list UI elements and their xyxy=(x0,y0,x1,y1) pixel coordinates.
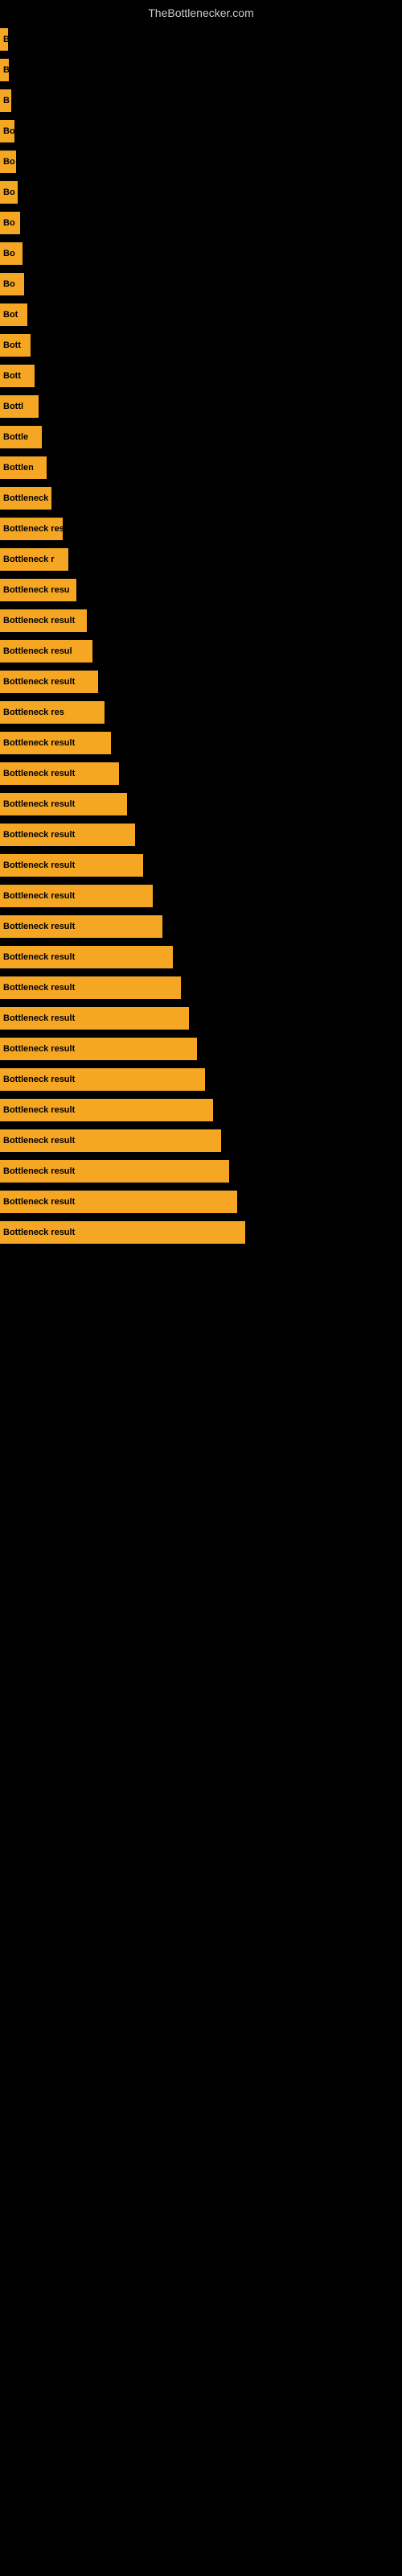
bar-row: Bottleneck result xyxy=(0,1003,402,1034)
bottleneck-bar: Bottl xyxy=(0,395,39,418)
bar-row: Bottleneck resu xyxy=(0,575,402,605)
bottleneck-bar: Bottleneck result xyxy=(0,793,127,815)
bar-row: Bott xyxy=(0,330,402,361)
bottleneck-bar: Bottleneck res xyxy=(0,701,105,724)
bar-row: Bot xyxy=(0,299,402,330)
bottleneck-bar: Bottleneck result xyxy=(0,885,153,907)
bottleneck-bar: Bottleneck resul xyxy=(0,640,92,663)
bottleneck-bar: Bottleneck res xyxy=(0,518,63,540)
bar-row: Bottle xyxy=(0,422,402,452)
bar-row: B xyxy=(0,85,402,116)
bottleneck-bar: B xyxy=(0,59,9,81)
bottleneck-bar: Bottleneck result xyxy=(0,1099,213,1121)
bar-row: Bott xyxy=(0,361,402,391)
bar-row: Bottleneck xyxy=(0,483,402,514)
bar-row: Bottleneck result xyxy=(0,881,402,911)
bar-row: Bottleneck result xyxy=(0,1187,402,1217)
bottleneck-bar: Bo xyxy=(0,120,14,142)
bar-row: B xyxy=(0,55,402,85)
bottleneck-bar: Bottleneck result xyxy=(0,915,162,938)
bar-row: Bottleneck result xyxy=(0,850,402,881)
bottleneck-bar: B xyxy=(0,28,8,51)
bottleneck-bar: Bottleneck result xyxy=(0,1038,197,1060)
bar-row: Bottleneck result xyxy=(0,1156,402,1187)
bar-row: Bottleneck res xyxy=(0,697,402,728)
bar-row: Bottleneck result xyxy=(0,605,402,636)
bottleneck-bar: Bottleneck result xyxy=(0,1191,237,1213)
bar-row: Bottleneck result xyxy=(0,1095,402,1125)
bottleneck-bar: Bottleneck result xyxy=(0,854,143,877)
bottleneck-bar: Bo xyxy=(0,151,16,173)
bottleneck-bar: Bottleneck resu xyxy=(0,579,76,601)
bottleneck-bar: Bottleneck r xyxy=(0,548,68,571)
bottleneck-bar: Bottleneck result xyxy=(0,824,135,846)
bar-row: Bo xyxy=(0,177,402,208)
bar-row: Bo xyxy=(0,147,402,177)
bottleneck-bar: Bottleneck result xyxy=(0,1160,229,1183)
bar-row: Bo xyxy=(0,208,402,238)
bottleneck-bar: Bottle xyxy=(0,426,42,448)
bar-row: Bottleneck result xyxy=(0,758,402,789)
bar-row: Bottleneck result xyxy=(0,972,402,1003)
bottleneck-bar: Bottleneck result xyxy=(0,976,181,999)
bottleneck-bar: Bottlen xyxy=(0,456,47,479)
bottleneck-bar: Bottleneck result xyxy=(0,732,111,754)
bottleneck-bar: Bo xyxy=(0,242,23,265)
bar-row: Bottleneck result xyxy=(0,1034,402,1064)
bottleneck-bar: Bottleneck xyxy=(0,487,51,510)
bottleneck-bar: Bottleneck result xyxy=(0,946,173,968)
bar-row: Bottleneck result xyxy=(0,1217,402,1248)
bottleneck-bar: Bott xyxy=(0,365,35,387)
bottleneck-bar: Bottleneck result xyxy=(0,1129,221,1152)
bottleneck-bar: Bottleneck result xyxy=(0,609,87,632)
bar-row: Bo xyxy=(0,269,402,299)
bar-row: Bo xyxy=(0,238,402,269)
bottleneck-bar: Bottleneck result xyxy=(0,1007,189,1030)
bottleneck-bar: Bottleneck result xyxy=(0,762,119,785)
bottleneck-bar: Bot xyxy=(0,303,27,326)
bar-row: Bottleneck result xyxy=(0,819,402,850)
bottleneck-bar: Bottleneck result xyxy=(0,671,98,693)
bar-row: Bottleneck resul xyxy=(0,636,402,667)
bar-row: Bottleneck result xyxy=(0,667,402,697)
bottleneck-bar: Bo xyxy=(0,273,24,295)
bar-row: Bottleneck result xyxy=(0,728,402,758)
bottleneck-bar: B xyxy=(0,89,11,112)
bar-row: Bottl xyxy=(0,391,402,422)
bar-row: Bottlen xyxy=(0,452,402,483)
bottleneck-bar: Bottleneck result xyxy=(0,1221,245,1244)
bottleneck-bar: Bo xyxy=(0,212,20,234)
bottleneck-bar: Bott xyxy=(0,334,31,357)
bar-row: Bottleneck result xyxy=(0,942,402,972)
bar-row: Bottleneck result xyxy=(0,911,402,942)
bottleneck-bar: Bottleneck result xyxy=(0,1068,205,1091)
bar-row: Bottleneck r xyxy=(0,544,402,575)
bottleneck-bar: Bo xyxy=(0,181,18,204)
bar-row: Bottleneck result xyxy=(0,1125,402,1156)
site-title: TheBottlenecker.com xyxy=(0,0,402,23)
bar-row: Bottleneck result xyxy=(0,789,402,819)
bars-container: BBBBoBoBoBoBoBoBotBottBottBottlBottleBot… xyxy=(0,24,402,1248)
bar-row: Bo xyxy=(0,116,402,147)
bar-row: Bottleneck res xyxy=(0,514,402,544)
bar-row: B xyxy=(0,24,402,55)
bar-row: Bottleneck result xyxy=(0,1064,402,1095)
